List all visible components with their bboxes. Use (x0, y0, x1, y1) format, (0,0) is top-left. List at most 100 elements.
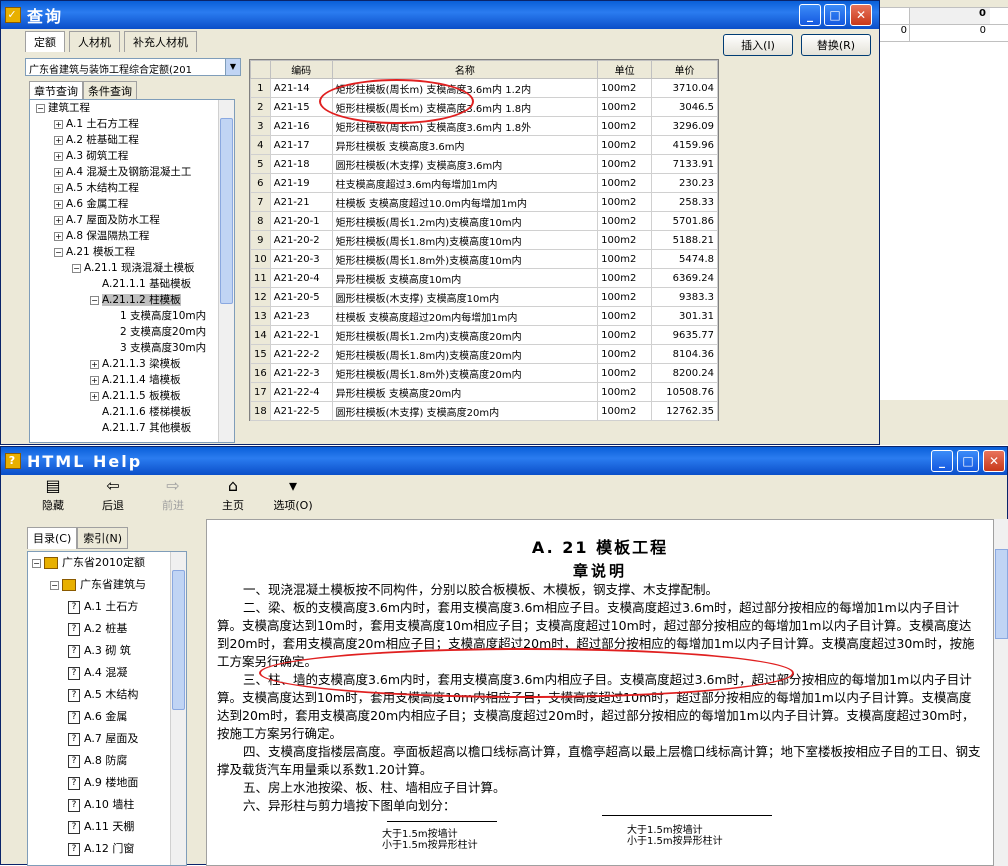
expand-icon[interactable]: − (32, 558, 41, 568)
tab-0[interactable]: 定额 (25, 31, 65, 52)
table-row[interactable]: 9 A21-20-2 矩形柱模板(周长1.8m内)支模高度10m内 100m2 5188… (250, 230, 718, 250)
table-row[interactable]: 6 A21-19 柱支模高度超过3.6m内每增加1m内 100m2 230.23 (250, 173, 718, 193)
nav-item[interactable]: ? A.10 墙柱 (28, 794, 186, 816)
table-row[interactable]: 15 A21-22-2 矩形柱模板(周长1.8m内)支模高度20m内 100m2 810… (250, 344, 718, 364)
help-tree-scrollbar[interactable] (170, 552, 186, 865)
toolbar-button-0[interactable]: ▤ 隐藏 (29, 475, 77, 519)
expand-icon[interactable]: + (54, 231, 63, 241)
column-header[interactable]: 单价 (651, 60, 718, 79)
quota-select[interactable]: 广东省建筑与装饰工程综合定额(201 ▼ (25, 58, 241, 76)
table-row[interactable]: 10 A21-20-3 矩形柱模板(周长1.8m外)支模高度10m内 100m2 547… (250, 249, 718, 269)
nav-item[interactable]: ? A.1 土石方 (28, 596, 186, 618)
expand-icon[interactable]: + (54, 135, 63, 145)
expand-icon[interactable]: − (50, 580, 59, 590)
tree-item[interactable]: + A.1 土石方工程 (30, 116, 234, 132)
content-scroll-thumb[interactable] (995, 549, 1008, 639)
tree-item[interactable]: + A.4 混凝土及钢筋混凝土工 (30, 164, 234, 180)
content-scrollbar[interactable] (994, 519, 1008, 866)
nav-item[interactable]: ? A.6 金属 (28, 706, 186, 728)
expand-icon[interactable]: + (90, 391, 99, 401)
table-row[interactable]: 16 A21-22-3 矩形柱模板(周长1.8m外)支模高度20m内 100m2 820… (250, 363, 718, 383)
tree-item[interactable]: 2 支模高度20m内 (30, 324, 234, 340)
tree-item[interactable]: A.21.1.6 楼梯模板 (30, 404, 234, 420)
tree-item[interactable]: A.21.1.7 其他模板 (30, 420, 234, 436)
tree-item[interactable]: A.21.1.1 基础模板 (30, 276, 234, 292)
table-row[interactable]: 18 A21-22-5 圆形柱模板(木支撑) 支模高度20m内 100m2 12762.… (250, 401, 718, 421)
nav-tab-1[interactable]: 索引(N) (77, 527, 129, 549)
tree-item[interactable]: − A.21.1.2 柱模板 (30, 292, 234, 308)
tree-item[interactable]: + A.7 屋面及防水工程 (30, 212, 234, 228)
toolbar-button-1[interactable]: ⇦ 后退 (89, 475, 137, 519)
nav-item[interactable]: ? A.5 木结构 (28, 684, 186, 706)
toolbar-button-4[interactable]: ▾ 选项(O) (269, 475, 317, 519)
tree-item[interactable]: + A.2 桩基础工程 (30, 132, 234, 148)
column-header[interactable]: 名称 (331, 60, 599, 79)
replace-button[interactable]: 替换(R) (801, 34, 871, 56)
tree-scroll-thumb[interactable] (220, 118, 233, 304)
table-row[interactable]: 7 A21-21 柱模板 支模高度超过10.0m内每增加1m内 100m2 258.33 (250, 192, 718, 212)
tree-item[interactable]: + A.21.1.5 板模板 (30, 388, 234, 404)
nav-item[interactable]: ? A.2 桩基 (28, 618, 186, 640)
tree-item[interactable]: + A.3 砌筑工程 (30, 148, 234, 164)
expand-icon[interactable]: + (54, 183, 63, 193)
nav-item[interactable]: ? A.3 砌 筑 (28, 640, 186, 662)
maximize-icon[interactable]: □ (824, 4, 846, 26)
expand-icon[interactable]: + (54, 167, 63, 177)
nav-item[interactable]: ? A.11 天棚 (28, 816, 186, 838)
subtab-1[interactable]: 条件查询 (83, 81, 137, 101)
expand-icon[interactable]: − (36, 103, 45, 113)
tree-item[interactable]: − 建筑工程 (30, 100, 234, 116)
expand-icon[interactable]: − (90, 295, 99, 305)
tree-item[interactable]: + A.21.1.4 墙模板 (30, 372, 234, 388)
help-close-icon[interactable]: ✕ (983, 450, 1005, 472)
table-row[interactable]: 1 A21-14 矩形柱模板(周长m) 支模高度3.6m内 1.2内 100m2 371… (250, 78, 718, 98)
expand-icon[interactable]: + (54, 215, 63, 225)
table-row[interactable]: 5 A21-18 圆形柱模板(木支撑) 支模高度3.6m内 100m2 7133.91 (250, 154, 718, 174)
nav-item[interactable]: − 广东省建筑与 (28, 574, 186, 596)
nav-item[interactable]: ? A.7 屋面及 (28, 728, 186, 750)
tab-1[interactable]: 人材机 (69, 31, 120, 52)
expand-icon[interactable]: + (90, 359, 99, 369)
toolbar-button-3[interactable]: ⌂ 主页 (209, 475, 257, 519)
table-row[interactable]: 4 A21-17 异形柱模板 支模高度3.6m内 100m2 4159.96 (250, 135, 718, 155)
column-header[interactable]: 单位 (597, 60, 653, 79)
expand-icon[interactable]: − (54, 247, 63, 257)
tree-item[interactable]: − A.21 模板工程 (30, 244, 234, 260)
tree-item[interactable]: + A.21.1.3 梁模板 (30, 356, 234, 372)
tab-2[interactable]: 补充人材机 (124, 31, 197, 52)
nav-item[interactable]: ? A.4 混凝 (28, 662, 186, 684)
nav-item[interactable]: ? A.12 门窗 (28, 838, 186, 860)
nav-item[interactable]: − 广东省2010定额 (28, 552, 186, 574)
insert-button[interactable]: 插入(I) (723, 34, 793, 56)
tree-item[interactable]: + A.5 木结构工程 (30, 180, 234, 196)
tree-scrollbar[interactable] (218, 100, 234, 442)
subtab-0[interactable]: 章节查询 (29, 81, 83, 101)
help-tree-scroll-thumb[interactable] (172, 570, 185, 710)
table-row[interactable]: 8 A21-20-1 矩形柱模板(周长1.2m内)支模高度10m内 100m2 5701… (250, 211, 718, 231)
tree-item[interactable]: + A.8 保温隔热工程 (30, 228, 234, 244)
nav-item[interactable]: ? A.8 防腐 (28, 750, 186, 772)
close-icon[interactable]: ✕ (850, 4, 872, 26)
column-header[interactable]: 编码 (269, 60, 333, 79)
nav-tab-0[interactable]: 目录(C) (27, 527, 78, 549)
table-row[interactable]: 11 A21-20-4 异形柱模板 支模高度10m内 100m2 6369.24 (250, 268, 718, 288)
table-row[interactable]: 3 A21-16 矩形柱模板(周长m) 支模高度3.6m内 1.8外 100m2 329… (250, 116, 718, 136)
tree-item[interactable]: 1 支模高度10m内 (30, 308, 234, 324)
toolbar-button-2[interactable]: ⇨ 前进 (149, 475, 197, 519)
expand-icon[interactable]: + (54, 119, 63, 129)
table-row[interactable]: 12 A21-20-5 圆形柱模板(木支撑) 支模高度10m内 100m2 9383.3 (250, 287, 718, 307)
expand-icon[interactable]: + (54, 151, 63, 161)
expand-icon[interactable]: + (90, 375, 99, 385)
help-maximize-icon[interactable]: □ (957, 450, 979, 472)
tree-item[interactable]: − A.21.1 现浇混凝土模板 (30, 260, 234, 276)
table-row[interactable]: 17 A21-22-4 异形柱模板 支模高度20m内 100m2 10508.76 (250, 382, 718, 402)
minimize-icon[interactable]: _ (799, 4, 821, 26)
tree-item[interactable]: + A.6 金属工程 (30, 196, 234, 212)
expand-icon[interactable]: − (72, 263, 81, 273)
chevron-down-icon[interactable]: ▼ (225, 59, 240, 75)
table-row[interactable]: 13 A21-23 柱模板 支模高度超过20m内每增加1m内 100m2 301.31 (250, 306, 718, 326)
table-row[interactable]: 14 A21-22-1 矩形柱模板(周长1.2m内)支模高度20m内 100m2 963… (250, 325, 718, 345)
tree-item[interactable]: 3 支模高度30m内 (30, 340, 234, 356)
nav-item[interactable]: ? A.9 楼地面 (28, 772, 186, 794)
help-minimize-icon[interactable]: _ (931, 450, 953, 472)
